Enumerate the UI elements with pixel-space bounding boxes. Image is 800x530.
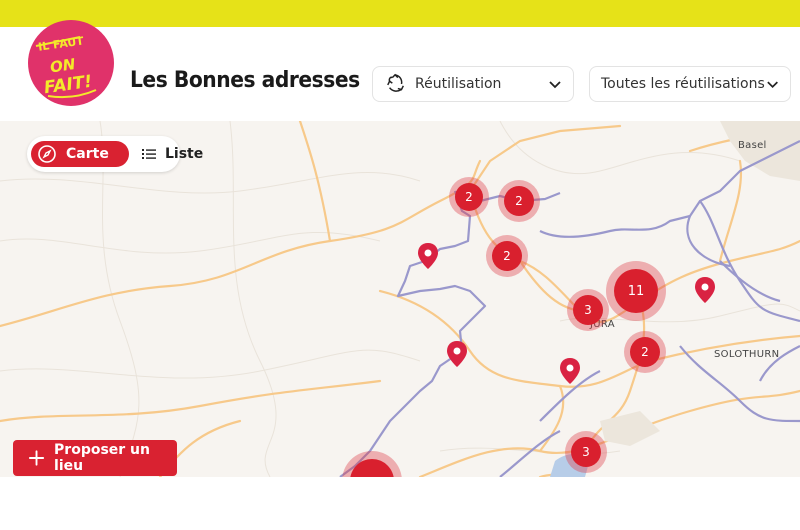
logo[interactable]: IL FAUT ON FAIT! bbox=[28, 20, 114, 106]
plus-icon bbox=[28, 450, 45, 466]
map-pin-icon[interactable] bbox=[694, 276, 716, 304]
cluster-count: 3 bbox=[573, 295, 603, 325]
compass-icon bbox=[38, 145, 56, 163]
list-view-button[interactable]: Liste bbox=[139, 141, 203, 167]
footer-area bbox=[0, 477, 800, 530]
map-cluster[interactable]: 2 bbox=[449, 177, 489, 217]
map-cluster[interactable]: 2 bbox=[486, 235, 528, 277]
map-label-solothurn: SOLOTHURN bbox=[714, 349, 780, 360]
subcategory-select-value: Toutes les réutilisations bbox=[601, 76, 765, 92]
map-cluster[interactable]: 11 bbox=[606, 261, 666, 321]
map-cluster[interactable]: 2 bbox=[498, 180, 540, 222]
chevron-down-icon bbox=[767, 81, 778, 89]
category-select[interactable]: Réutilisation bbox=[372, 66, 574, 102]
cluster-count: 3 bbox=[571, 437, 601, 467]
map-cluster[interactable]: 3 bbox=[567, 289, 609, 331]
cluster-count: 11 bbox=[614, 269, 658, 313]
map-canvas[interactable]: Basel JURA SOLOTHURN 2 2 2 11 3 2 3 bbox=[0, 121, 800, 477]
cluster-count: 2 bbox=[630, 337, 660, 367]
recycle-icon bbox=[387, 73, 404, 92]
subcategory-select[interactable]: Toutes les réutilisations bbox=[589, 66, 791, 102]
list-view-label: Liste bbox=[165, 146, 204, 162]
cluster-count: 2 bbox=[504, 186, 534, 216]
map-cluster[interactable]: 2 bbox=[624, 331, 666, 373]
category-select-value: Réutilisation bbox=[415, 76, 502, 92]
map-pin-icon[interactable] bbox=[446, 340, 468, 368]
propose-place-button[interactable]: Proposer un lieu bbox=[13, 440, 177, 476]
map-pin-icon[interactable] bbox=[559, 357, 581, 385]
top-accent-bar bbox=[0, 0, 800, 27]
list-icon bbox=[142, 149, 156, 159]
map-pin-icon[interactable] bbox=[417, 242, 439, 270]
cluster-count: 2 bbox=[455, 183, 483, 211]
map-label-basel: Basel bbox=[738, 140, 767, 151]
page-title: Les Bonnes adresses bbox=[130, 68, 360, 93]
svg-text:ON: ON bbox=[49, 55, 77, 76]
chevron-down-icon bbox=[549, 81, 561, 89]
map-view-button[interactable]: Carte bbox=[31, 141, 129, 167]
cluster-count: 2 bbox=[492, 241, 522, 271]
map-cluster[interactable]: 3 bbox=[565, 431, 607, 473]
map-base-layer bbox=[0, 121, 800, 477]
view-toggle: Carte Liste bbox=[27, 136, 203, 172]
map-view-label: Carte bbox=[66, 146, 109, 162]
propose-place-label: Proposer un lieu bbox=[54, 442, 150, 474]
